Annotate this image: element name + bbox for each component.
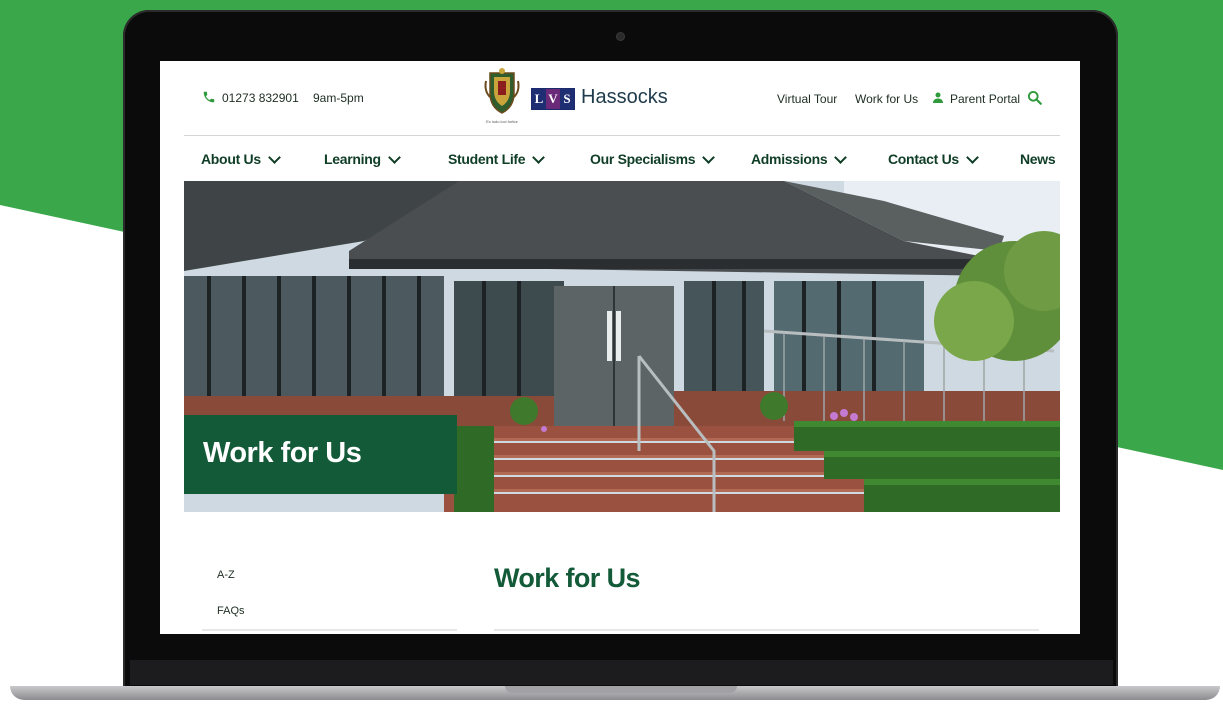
lvs-logo[interactable]: L V S: [531, 88, 575, 110]
logo-letter-s: S: [560, 89, 574, 109]
work-for-us-link[interactable]: Work for Us: [855, 92, 918, 106]
hero-title-box: Work for Us: [184, 415, 457, 494]
nav-admissions[interactable]: Admissions: [751, 150, 848, 167]
chevron-down-icon: [387, 150, 401, 164]
parent-portal-link[interactable]: Parent Portal: [950, 92, 1020, 106]
sidebar-divider: [202, 629, 457, 631]
search-icon[interactable]: [1027, 90, 1042, 105]
nav-label: Admissions: [751, 151, 828, 167]
opening-hours: 9am-5pm: [313, 91, 364, 105]
page-title: Work for Us: [494, 563, 641, 593]
phone-number[interactable]: 01273 832901: [222, 91, 299, 105]
sidebar-link-faqs[interactable]: FAQs: [217, 605, 245, 617]
content-divider: [494, 629, 1039, 631]
logo-letter-l: L: [532, 89, 546, 109]
user-icon: [933, 92, 943, 103]
top-bar: 01273 832901 9am-5pm Ex ludo loci fortio…: [160, 61, 1080, 136]
logo-letter-v: V: [546, 89, 560, 109]
nav-label: Student Life: [448, 151, 526, 167]
nav-contact-us[interactable]: Contact Us: [888, 150, 979, 167]
crest-icon[interactable]: [482, 67, 522, 119]
chevron-down-icon: [702, 150, 716, 164]
laptop-bezel: [130, 660, 1113, 685]
brand-name[interactable]: Hassocks: [581, 86, 668, 109]
chevron-down-icon: [267, 150, 281, 164]
virtual-tour-link[interactable]: Virtual Tour: [777, 92, 837, 106]
nav-label: Learning: [324, 151, 381, 167]
sidebar-link-a-z[interactable]: A-Z: [217, 569, 235, 581]
chevron-down-icon: [532, 150, 546, 164]
nav-label: Contact Us: [888, 151, 959, 167]
nav-about-us[interactable]: About Us: [201, 150, 281, 167]
nav-learning[interactable]: Learning: [324, 150, 401, 167]
crest-motto: Ex ludo loci fortior: [486, 119, 518, 124]
website-screen: 01273 832901 9am-5pm Ex ludo loci fortio…: [160, 61, 1080, 634]
nav-news[interactable]: News: [1020, 151, 1056, 167]
nav-label: About Us: [201, 151, 261, 167]
nav-student-life[interactable]: Student Life: [448, 150, 546, 167]
hero-title: Work for Us: [203, 437, 362, 469]
phone-icon: [203, 91, 215, 103]
webcam: [617, 33, 624, 40]
header-divider: [184, 135, 1060, 136]
nav-label: News: [1020, 151, 1056, 167]
laptop-notch: [505, 686, 737, 693]
chevron-down-icon: [834, 150, 848, 164]
nav-label: Our Specialisms: [590, 151, 696, 167]
nav-our-specialisms[interactable]: Our Specialisms: [590, 150, 716, 167]
chevron-down-icon: [966, 150, 979, 164]
main-navigation: About Us Learning Student Life Our Speci…: [160, 137, 1080, 181]
